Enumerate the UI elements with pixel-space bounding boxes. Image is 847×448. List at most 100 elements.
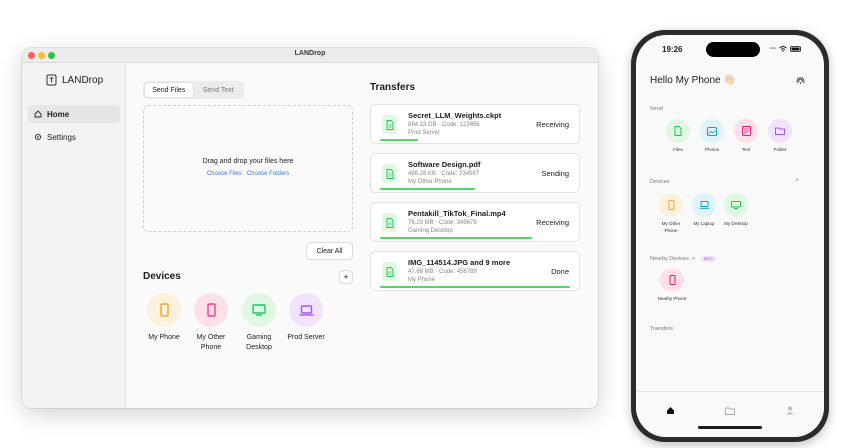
laptop-icon xyxy=(692,193,716,217)
desktop-icon xyxy=(242,293,276,327)
device-my-other-phone[interactable]: My Other Phone xyxy=(656,193,686,235)
nearby-devices-header[interactable]: Nearby Devices > BETA xyxy=(650,256,716,262)
folder-icon[interactable] xyxy=(725,407,735,415)
file-icon xyxy=(382,164,397,183)
device-label: Nearby Phone xyxy=(657,296,687,301)
send-folder-button[interactable]: Folder xyxy=(765,119,795,154)
phone-icon xyxy=(147,293,181,327)
profile-icon[interactable] xyxy=(786,406,794,415)
choose-links: Choose Files Choose Folders xyxy=(144,171,352,177)
file-icon xyxy=(382,115,397,134)
tab-send-text[interactable]: Send Text xyxy=(195,83,243,97)
transfer-status: Receiving xyxy=(536,120,569,129)
transfer-progress xyxy=(380,188,475,190)
add-device-button[interactable]: + xyxy=(339,270,353,284)
device-nearby-phone[interactable]: Nearby Phone xyxy=(657,268,687,303)
home-icon[interactable] xyxy=(666,406,675,415)
dynamic-island xyxy=(706,42,760,57)
choose-folders-link[interactable]: Choose Folders xyxy=(247,171,289,177)
transfer-meta: 884.33 GB · Code: 123456 xyxy=(408,122,480,128)
transfer-status: Done xyxy=(551,267,569,276)
broadcast-icon[interactable] xyxy=(796,77,805,86)
transfers-title: Transfers xyxy=(370,82,416,93)
send-item-label: Photos xyxy=(704,147,719,152)
phone-icon xyxy=(660,268,684,292)
device-label: My Desktop xyxy=(724,221,748,226)
add-device-button[interactable]: + xyxy=(795,177,799,184)
title-bar: LANDrop xyxy=(22,48,598,63)
sidebar-item-home[interactable]: Home xyxy=(28,105,120,123)
transfer-item[interactable]: Pentakill_TikTok_Final.mp4 76.29 MB · Co… xyxy=(370,202,580,242)
photo-icon xyxy=(700,119,724,143)
send-item-label: Folder xyxy=(773,147,787,152)
home-indicator xyxy=(698,426,762,429)
sidebar: LANDrop Home Settings xyxy=(22,63,126,408)
beta-badge: BETA xyxy=(701,256,716,262)
phone-greeting: Hello My Phone 👋🏻 xyxy=(650,75,736,86)
device-my-desktop[interactable]: My Desktop xyxy=(721,193,751,228)
transfer-progress xyxy=(380,286,570,288)
device-my-other-phone[interactable]: My Other Phone xyxy=(186,293,236,353)
landrop-logo-icon xyxy=(46,74,57,86)
transfer-item[interactable]: Secret_LLM_Weights.ckpt 884.33 GB · Code… xyxy=(370,104,580,144)
device-label: My Other Phone xyxy=(661,221,681,233)
devices-section-label: Devices xyxy=(650,179,670,185)
transfer-device: Gaming Desktop xyxy=(408,228,453,234)
drop-instructions: Drag and drop your files here xyxy=(202,158,294,165)
transfer-filename: IMG_114514.JPG and 9 more xyxy=(408,258,511,267)
phone-tab-bar xyxy=(636,391,824,437)
text-icon xyxy=(734,119,758,143)
device-name: My Phone xyxy=(148,334,180,341)
battery-icon xyxy=(790,46,801,52)
device-prod-server[interactable]: Prod Server xyxy=(281,293,331,343)
folder-icon xyxy=(768,119,792,143)
transfer-meta: 47.68 MB · Code: 456789 xyxy=(408,269,477,275)
phone-device: 19:26 ••• Hello My Phone 👋🏻 Send Files P… xyxy=(631,30,829,442)
transfer-filename: Secret_LLM_Weights.ckpt xyxy=(408,111,502,120)
app-name: LANDrop xyxy=(62,74,104,86)
choose-files-link[interactable]: Choose Files xyxy=(207,171,242,177)
transfer-device: My Other Phone xyxy=(408,179,452,185)
clear-all-button[interactable]: Clear All xyxy=(306,242,353,260)
transfer-progress xyxy=(380,237,532,239)
device-my-phone[interactable]: My Phone xyxy=(139,293,189,343)
device-my-laptop[interactable]: My Laptop xyxy=(689,193,719,228)
file-icon xyxy=(382,213,397,232)
transfer-item[interactable]: IMG_114514.JPG and 9 more 47.68 MB · Cod… xyxy=(370,251,580,291)
transfer-meta: 488.28 KB · Code: 234567 xyxy=(408,171,480,177)
sidebar-item-settings[interactable]: Settings xyxy=(28,128,120,146)
gear-icon xyxy=(34,133,42,141)
device-label: My Laptop xyxy=(693,221,715,226)
send-photos-button[interactable]: Photos xyxy=(697,119,727,154)
transfer-status: Sending xyxy=(541,169,569,178)
device-name: My Other Phone xyxy=(196,334,226,352)
laptop-icon xyxy=(289,293,323,327)
transfer-filename: Software Design.pdf xyxy=(408,160,481,169)
transfer-status: Receiving xyxy=(536,218,569,227)
transfers-section-label: Transfers xyxy=(650,326,674,332)
tab-send-files[interactable]: Send Files xyxy=(145,83,193,97)
desktop-icon xyxy=(724,193,748,217)
transfer-device: My Phone xyxy=(408,277,436,283)
phone-status-icons: ••• xyxy=(770,46,802,52)
device-gaming-desktop[interactable]: Gaming Desktop xyxy=(234,293,284,353)
file-icon xyxy=(666,119,690,143)
send-mode-tabs: Send Files Send Text xyxy=(143,81,244,99)
phone-clock: 19:26 xyxy=(662,45,683,54)
send-item-label: Text xyxy=(741,147,751,152)
file-drop-zone[interactable]: Drag and drop your files here Choose Fil… xyxy=(143,105,353,232)
phone-screen: 19:26 ••• Hello My Phone 👋🏻 Send Files P… xyxy=(636,35,824,437)
wifi-icon xyxy=(779,46,787,52)
send-text-button[interactable]: Text xyxy=(731,119,761,154)
home-icon xyxy=(34,110,42,118)
chevron-right-icon: > xyxy=(691,256,696,262)
send-section-label: Send xyxy=(650,106,663,112)
sidebar-item-label: Settings xyxy=(47,132,76,142)
transfer-progress xyxy=(380,139,418,141)
phone-icon xyxy=(194,293,228,327)
send-files-button[interactable]: Files xyxy=(663,119,693,154)
send-item-label: Files xyxy=(673,147,683,152)
transfer-item[interactable]: Software Design.pdf 488.28 KB · Code: 23… xyxy=(370,153,580,193)
transfer-filename: Pentakill_TikTok_Final.mp4 xyxy=(408,209,506,218)
device-name: Gaming Desktop xyxy=(246,334,272,352)
